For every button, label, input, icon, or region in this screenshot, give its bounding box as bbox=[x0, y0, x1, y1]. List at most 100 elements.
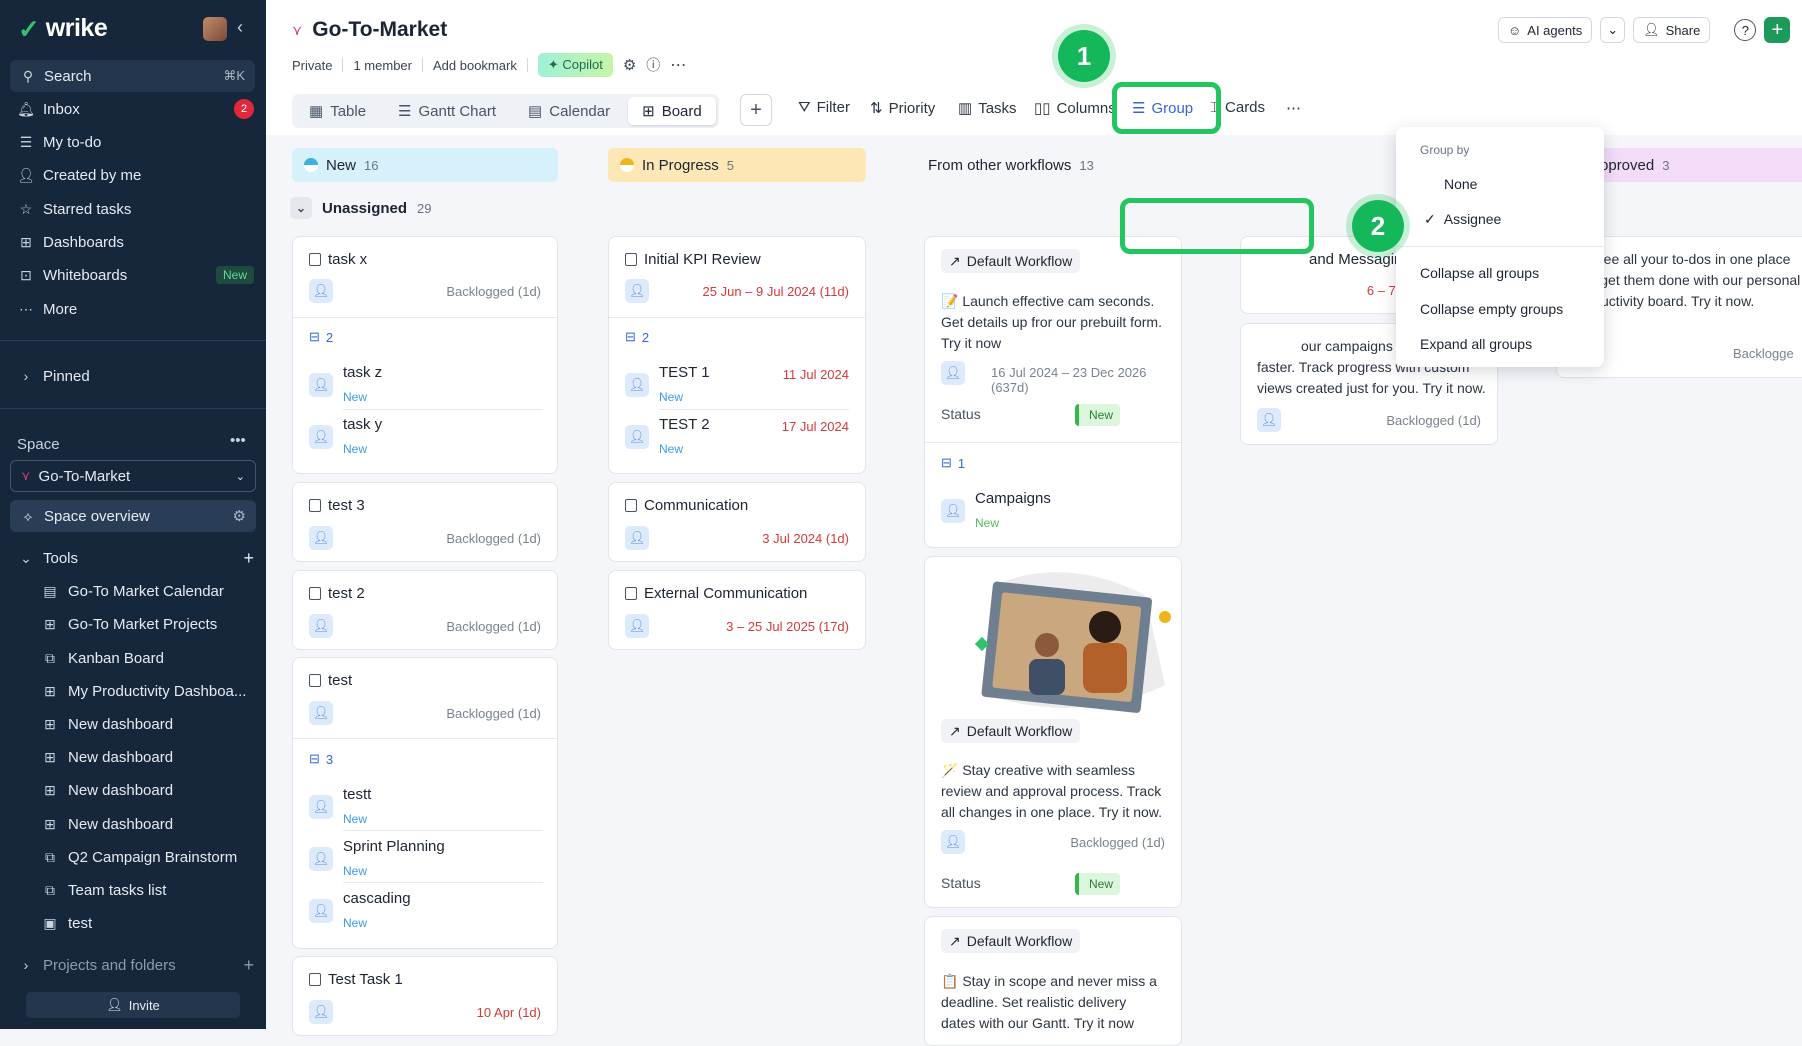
columns-button[interactable]: ▯▯ Columns bbox=[1034, 99, 1116, 118]
tool-item[interactable]: ▤ Go-To Market Calendar bbox=[42, 578, 256, 604]
group-option-assignee[interactable]: ✓ Assignee bbox=[1424, 211, 1501, 228]
tool-item[interactable]: ⊞ New dashboard bbox=[42, 811, 256, 837]
add-view-button[interactable]: + bbox=[740, 94, 772, 126]
tool-item[interactable]: ⧉ Kanban Board bbox=[42, 645, 256, 671]
subtask-title[interactable]: testt bbox=[343, 786, 371, 803]
subtask-title[interactable]: task z bbox=[343, 364, 382, 381]
subtask-title[interactable]: Campaigns bbox=[975, 490, 1051, 507]
add-assignee-icon[interactable]: 👤︎ bbox=[941, 499, 965, 523]
add-assignee-icon[interactable]: 👤︎ bbox=[309, 279, 333, 303]
subtask-count[interactable]: ⊟ 2 bbox=[309, 329, 333, 345]
sidebar-item-starred-tasks[interactable]: ☆ Starred tasks bbox=[18, 196, 254, 222]
subtask-count[interactable]: ⊟ 2 bbox=[625, 329, 649, 345]
sidebar-item-more[interactable]: ⋯ More bbox=[18, 296, 254, 322]
collapse-all-groups[interactable]: Collapse all groups bbox=[1420, 265, 1539, 281]
status-badge[interactable]: New bbox=[1075, 873, 1121, 895]
copilot-button[interactable]: ✦ Copilot bbox=[537, 53, 613, 77]
wrike-logo[interactable]: ✓ wrike bbox=[18, 14, 108, 43]
info-icon[interactable]: ⓘ bbox=[646, 55, 660, 75]
tasks-button[interactable]: ▥ Tasks bbox=[958, 99, 1017, 118]
subtask-title[interactable]: task y bbox=[343, 416, 382, 433]
group-unassigned[interactable]: ⌄ Unassigned 29 bbox=[290, 197, 432, 219]
tool-item[interactable]: ⊞ New dashboard bbox=[42, 711, 256, 737]
page-title[interactable]: Go-To-Market bbox=[312, 18, 447, 42]
privacy-label[interactable]: Private bbox=[292, 58, 332, 73]
add-assignee-icon[interactable]: 👤︎ bbox=[309, 526, 333, 550]
add-bookmark-link[interactable]: Add bookmark bbox=[433, 58, 517, 73]
task-card[interactable]: Initial KPI Review 👤︎ 25 Jun – 9 Jul 202… bbox=[608, 236, 866, 474]
group-option-none[interactable]: None bbox=[1444, 176, 1477, 192]
add-assignee-icon[interactable]: 👤︎ bbox=[309, 1000, 333, 1024]
column-other-workflows-header[interactable]: From other workflows 13 bbox=[916, 148, 1116, 182]
task-card[interactable]: ↗ Default Workflow 📋 Stay in scope and ne… bbox=[924, 916, 1182, 1046]
ai-agents-dropdown[interactable]: ⌄ bbox=[1600, 17, 1626, 43]
add-assignee-icon[interactable]: 👤︎ bbox=[1257, 408, 1281, 432]
user-avatar[interactable] bbox=[203, 17, 227, 41]
more-tools-icon[interactable]: ⋯ bbox=[1286, 99, 1301, 117]
column-in-progress-header[interactable]: In Progress 5 bbox=[608, 148, 866, 182]
settings-icon[interactable]: ⚙ bbox=[623, 56, 636, 74]
space-selector[interactable]: ⋎ Go-To-Market ⌄ bbox=[10, 460, 256, 492]
add-assignee-icon[interactable]: 👤︎ bbox=[309, 373, 333, 397]
add-assignee-icon[interactable]: 👤︎ bbox=[309, 425, 333, 449]
tool-item[interactable]: ⧉ Team tasks list bbox=[42, 877, 256, 903]
add-tool-icon[interactable]: + bbox=[243, 548, 254, 569]
sidebar-item-my-todo[interactable]: ☰ My to-do bbox=[18, 129, 254, 155]
tool-item[interactable]: ⧉ Q2 Campaign Brainstorm bbox=[42, 844, 256, 870]
tool-item[interactable]: ▣ test bbox=[42, 910, 256, 936]
subtask-title[interactable]: TEST 1 bbox=[659, 364, 710, 381]
task-card[interactable]: ↗ Default Workflow 🪄 Stay creative with s… bbox=[924, 556, 1182, 908]
sidebar-item-pinned[interactable]: › Pinned bbox=[18, 363, 254, 389]
subtask-count[interactable]: ⊟ 3 bbox=[309, 751, 333, 767]
projects-folders-section[interactable]: › Projects and folders + bbox=[18, 952, 254, 978]
add-assignee-icon[interactable]: 👤︎ bbox=[625, 425, 649, 449]
tab-gantt-chart[interactable]: ☰ Gantt Chart bbox=[384, 97, 510, 125]
space-more-icon[interactable]: ••• bbox=[230, 432, 246, 449]
add-assignee-icon[interactable]: 👤︎ bbox=[309, 701, 333, 725]
ai-agents-button[interactable]: ☺ AI agents bbox=[1498, 17, 1593, 43]
priority-button[interactable]: ⇅ Priority bbox=[870, 99, 935, 118]
add-assignee-icon[interactable]: 👤︎ bbox=[625, 373, 649, 397]
subtask-title[interactable]: cascading bbox=[343, 890, 411, 907]
share-button[interactable]: 👤︎ Share bbox=[1633, 17, 1711, 43]
invite-button[interactable]: 👤︎ Invite bbox=[26, 992, 240, 1018]
expand-all-groups[interactable]: Expand all groups bbox=[1420, 336, 1532, 352]
tool-item[interactable]: ⊞ My Productivity Dashboa... bbox=[42, 678, 256, 704]
sidebar-item-created-by-me[interactable]: 👤︎ Created by me bbox=[17, 162, 254, 188]
more-dots-icon[interactable]: ⋯ bbox=[670, 55, 686, 75]
task-card[interactable]: test 2 👤︎ Backlogged (1d) bbox=[292, 570, 558, 650]
tab-table[interactable]: ▦ Table bbox=[295, 97, 380, 125]
subtask-title[interactable]: Sprint Planning bbox=[343, 838, 445, 855]
tool-item[interactable]: ⊞ New dashboard bbox=[42, 744, 256, 770]
status-badge[interactable]: New bbox=[1075, 404, 1121, 426]
add-assignee-icon[interactable]: 👤︎ bbox=[309, 899, 333, 923]
collapse-sidebar-icon[interactable]: ‹ bbox=[237, 17, 243, 38]
column-new-header[interactable]: New 16 bbox=[292, 148, 558, 182]
chevron-down-icon[interactable]: ⌄ bbox=[290, 197, 312, 219]
tools-section[interactable]: ⌄ Tools + bbox=[18, 545, 254, 571]
add-assignee-icon[interactable]: 👤︎ bbox=[941, 830, 965, 854]
sidebar-item-whiteboards[interactable]: ⊡ Whiteboards New bbox=[18, 262, 254, 288]
task-card[interactable]: test 👤︎ Backlogged (1d) ⊟ 3 👤︎ testt New … bbox=[292, 657, 558, 949]
subtask-title[interactable]: TEST 2 bbox=[659, 416, 710, 433]
task-card[interactable]: test 3 👤︎ Backlogged (1d) bbox=[292, 482, 558, 562]
create-new-button[interactable]: + bbox=[1764, 17, 1791, 43]
add-assignee-icon[interactable]: 👤︎ bbox=[309, 614, 333, 638]
subtask-count[interactable]: ⊟ 1 bbox=[941, 455, 965, 471]
filter-button[interactable]: ⛛ Filter bbox=[798, 99, 850, 116]
add-assignee-icon[interactable]: 👤︎ bbox=[625, 279, 649, 303]
task-card[interactable]: task x 👤︎ Backlogged (1d) ⊟ 2 👤︎ task z N… bbox=[292, 236, 558, 474]
add-assignee-icon[interactable]: 👤︎ bbox=[625, 526, 649, 550]
add-assignee-icon[interactable]: 👤︎ bbox=[625, 614, 649, 638]
sidebar-item-dashboards[interactable]: ⊞ Dashboards bbox=[18, 229, 254, 255]
add-assignee-icon[interactable]: 👤︎ bbox=[941, 361, 965, 385]
gear-icon[interactable]: ⚙ bbox=[233, 507, 246, 525]
task-card[interactable]: External Communication 👤︎ 3 – 25 Jul 202… bbox=[608, 570, 866, 650]
tab-board[interactable]: ⊞ Board bbox=[628, 97, 716, 125]
task-card[interactable]: ↗ Default Workflow 📝 Launch effective cam… bbox=[924, 236, 1182, 548]
help-icon[interactable]: ? bbox=[1734, 19, 1757, 41]
task-card[interactable]: Communication 👤︎ 3 Jul 2024 (1d) bbox=[608, 482, 866, 562]
task-card[interactable]: Test Task 1 👤︎ 10 Apr (1d) bbox=[292, 956, 558, 1036]
space-overview[interactable]: ⟡ Space overview ⚙ bbox=[10, 500, 256, 532]
tool-item[interactable]: ⊞ Go-To Market Projects bbox=[42, 611, 256, 637]
